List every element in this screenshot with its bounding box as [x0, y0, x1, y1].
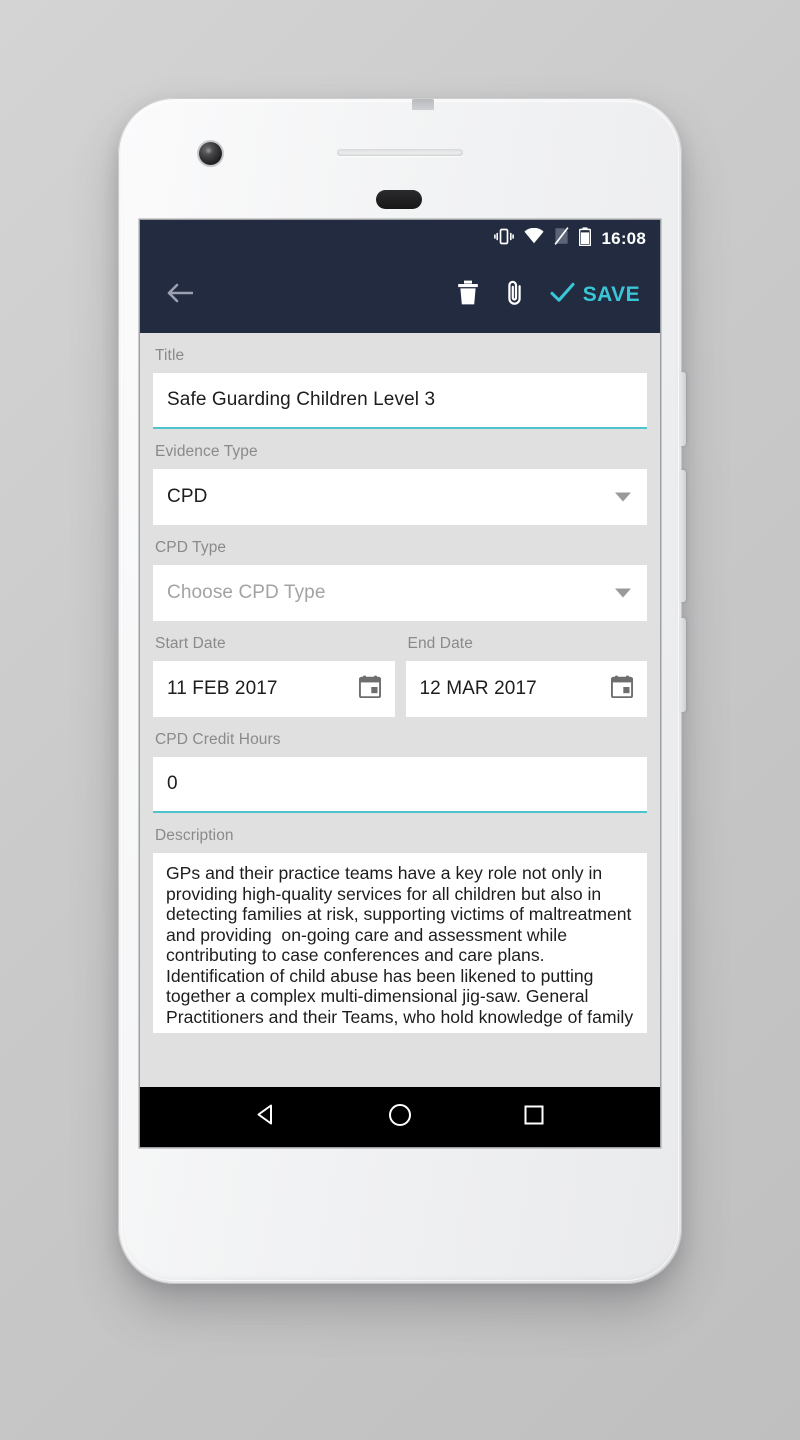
home-circle-icon: [387, 1102, 413, 1133]
evidence-type-value: CPD: [167, 486, 208, 507]
volume-down-button[interactable]: [680, 618, 686, 712]
wifi-icon: [523, 227, 544, 249]
cpd-type-label: CPD Type: [155, 539, 227, 556]
power-button[interactable]: [680, 372, 686, 446]
save-label: SAVE: [582, 283, 640, 306]
status-bar: 16:08: [140, 220, 660, 257]
volume-up-button[interactable]: [680, 470, 686, 602]
recents-square-icon: [522, 1103, 546, 1132]
title-value: Safe Guarding Children Level 3: [167, 389, 436, 410]
credit-hours-value: 0: [167, 773, 178, 794]
end-date-input[interactable]: 12 MAR 2017: [405, 661, 647, 717]
app-bar: SAVE: [140, 257, 660, 333]
end-date-field: End Date 12 MAR 2017: [405, 621, 647, 717]
start-date-field: Start Date 11 FEB 2017: [153, 621, 395, 717]
nav-recents-button[interactable]: [522, 1103, 546, 1132]
back-button[interactable]: [162, 278, 196, 312]
phone-top-antenna-nub: [412, 99, 434, 110]
android-nav-bar: [140, 1087, 660, 1147]
trash-icon: [457, 280, 479, 310]
credit-hours-input[interactable]: 0: [153, 757, 647, 813]
no-sim-icon: [553, 227, 569, 250]
credit-hours-label: CPD Credit Hours: [155, 731, 281, 748]
calendar-icon[interactable]: [610, 675, 634, 703]
description-label: Description: [155, 827, 234, 844]
title-label: Title: [155, 347, 185, 364]
chevron-down-icon: [615, 492, 631, 502]
description-value: GPs and their practice teams have a key …: [166, 863, 637, 1027]
evidence-form: Title Safe Guarding Children Level 3 Evi…: [140, 333, 660, 1103]
earpiece-speaker: [337, 149, 463, 156]
title-input[interactable]: Safe Guarding Children Level 3: [153, 373, 647, 429]
paperclip-icon: [505, 279, 524, 311]
end-date-value: 12 MAR 2017: [419, 678, 537, 699]
phone-screen: 16:08 SAVE Title Safe Guarding Children …: [140, 220, 660, 1147]
status-bar-clock: 16:08: [601, 228, 646, 248]
nav-back-button[interactable]: [254, 1102, 279, 1132]
proximity-sensor: [376, 190, 422, 209]
evidence-type-select[interactable]: CPD: [153, 469, 647, 525]
back-arrow-icon: [166, 282, 193, 309]
nav-home-button[interactable]: [387, 1102, 413, 1133]
attach-button[interactable]: [505, 279, 524, 311]
cpd-type-placeholder: Choose CPD Type: [167, 582, 326, 603]
calendar-icon[interactable]: [358, 675, 381, 703]
status-bar-icons: [493, 226, 591, 251]
start-date-value: 11 FEB 2017: [167, 678, 278, 699]
start-date-input[interactable]: 11 FEB 2017: [153, 661, 395, 717]
battery-icon: [578, 226, 591, 251]
checkmark-icon: [550, 282, 575, 308]
back-triangle-icon: [254, 1102, 279, 1132]
start-date-label: Start Date: [155, 635, 226, 652]
end-date-label: End Date: [407, 635, 473, 652]
app-bar-actions: SAVE: [457, 279, 644, 311]
delete-button[interactable]: [457, 280, 479, 310]
evidence-type-label: Evidence Type: [155, 443, 258, 460]
vibrate-icon: [493, 228, 514, 250]
chevron-down-icon: [615, 588, 631, 598]
save-button[interactable]: SAVE: [550, 282, 644, 308]
front-camera: [199, 142, 222, 165]
description-input[interactable]: GPs and their practice teams have a key …: [153, 853, 647, 1033]
cpd-type-select[interactable]: Choose CPD Type: [153, 565, 647, 621]
date-row: Start Date 11 FEB 2017 End Date 12 MAR 2…: [153, 621, 647, 717]
